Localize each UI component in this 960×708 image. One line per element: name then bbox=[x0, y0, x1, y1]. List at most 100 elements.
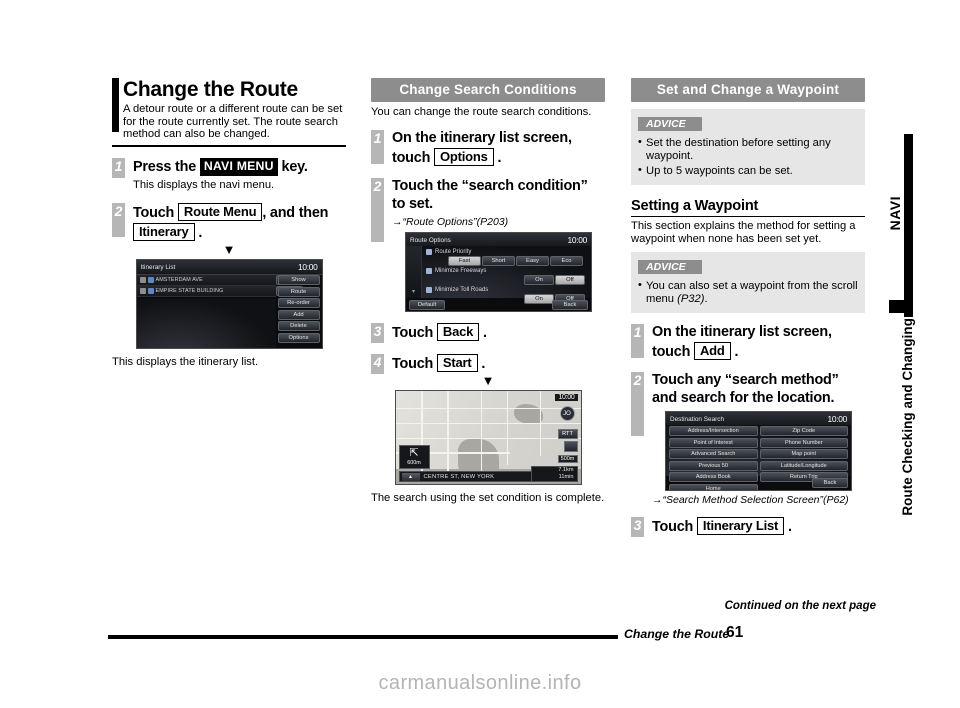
eta-time: 11min bbox=[558, 474, 574, 480]
rtt-button[interactable]: RTT bbox=[557, 429, 578, 439]
zip-code-button[interactable]: Zip Code bbox=[759, 426, 848, 437]
priority-option-easy[interactable]: Easy bbox=[516, 256, 549, 266]
route-button[interactable]: Route bbox=[277, 286, 320, 297]
step-2-mid: 2 Touch the “search condition” to set. →… bbox=[371, 178, 605, 312]
address-intersection-button[interactable]: Address/Intersection bbox=[669, 426, 758, 437]
step-number: 1 bbox=[371, 130, 384, 164]
step-4-text: Touch Start . bbox=[392, 353, 605, 374]
chapter-accent-bar bbox=[112, 78, 119, 132]
route-options-bottom-bar: Default Back bbox=[406, 300, 591, 310]
middle-column: Change Search Conditions You can change … bbox=[371, 78, 605, 505]
side-tab-navi-label: NAVI bbox=[887, 196, 903, 231]
destination-name: EMPIRE STATE BUILDING bbox=[155, 288, 224, 295]
advanced-search-button[interactable]: Advanced Search bbox=[669, 449, 758, 460]
search-method-grid: Address/Intersection Zip Code Point of I… bbox=[666, 425, 851, 491]
step-2-line2: and search for the location. bbox=[652, 389, 835, 406]
start-button[interactable]: Start bbox=[436, 353, 478, 372]
options-button[interactable]: Options bbox=[277, 332, 320, 343]
reorder-button[interactable]: Re-order bbox=[277, 298, 320, 309]
step-1-line1: On the itinerary list screen, bbox=[652, 324, 832, 341]
subsection-divider bbox=[631, 216, 865, 217]
add-button[interactable]: Add bbox=[693, 341, 731, 360]
route-priority-label: Route Priority bbox=[435, 249, 472, 255]
step-3-right: 3 Touch Itinerary List . bbox=[631, 517, 865, 538]
phone-number-button[interactable]: Phone Number bbox=[759, 437, 848, 448]
home-button[interactable]: Home bbox=[669, 483, 758, 491]
list-item: You can also set a waypoint from the scr… bbox=[638, 279, 858, 306]
step-1-post: . bbox=[497, 149, 502, 166]
advice-list: Set the destination before setting any w… bbox=[638, 136, 858, 178]
step-2-line2: to set. bbox=[392, 195, 433, 212]
step-1-left: 1 Press the NAVI MENU key. This displays… bbox=[112, 157, 346, 193]
itinerary-button[interactable]: Itinerary bbox=[133, 222, 195, 241]
previous-50-button[interactable]: Previous 50 bbox=[669, 460, 758, 471]
step-1-text: Press the NAVI MENU key. bbox=[133, 157, 346, 177]
map-view-toggle-icon[interactable] bbox=[563, 441, 578, 452]
right-column: Set and Change a Waypoint ADVICE Set the… bbox=[631, 78, 865, 538]
route-menu-button[interactable]: Route Menu bbox=[177, 203, 263, 222]
list-item: Set the destination before setting any w… bbox=[638, 136, 858, 163]
latitude-longitude-button[interactable]: Latitude/Longitude bbox=[759, 460, 848, 471]
heading-divider bbox=[112, 144, 346, 147]
map-road bbox=[395, 422, 581, 424]
eta-panel: 7.1km 11min bbox=[530, 466, 578, 482]
scroll-indicator-icon[interactable]: ▾ bbox=[406, 246, 422, 298]
point-of-interest-button[interactable]: Point of Interest bbox=[669, 437, 758, 448]
step-2-post: . bbox=[198, 224, 203, 241]
advice-box-1: ADVICE Set the destination before settin… bbox=[631, 109, 865, 185]
step-number: 3 bbox=[371, 323, 384, 343]
screen-clock: 10:00 bbox=[298, 262, 318, 273]
step-2-pre: Touch bbox=[133, 205, 175, 222]
address-book-button[interactable]: Address Book bbox=[669, 472, 758, 483]
map-point-button[interactable]: Map point bbox=[759, 449, 848, 460]
freeways-on-button[interactable]: On bbox=[524, 275, 554, 285]
continued-note: Continued on the next page bbox=[724, 600, 876, 612]
table-row[interactable]: AMSTERDAM AVE bbox=[136, 275, 276, 287]
cross-reference-route-options: →“Route Options”(P203) bbox=[392, 216, 509, 228]
priority-option-short[interactable]: Short bbox=[482, 256, 515, 266]
search-method-row: Address/Intersection Zip Code bbox=[669, 426, 848, 437]
chapter-lead-text: A detour route or a different route can … bbox=[123, 103, 343, 141]
step-1-right: 1 On the itinerary list screen, touch Ad… bbox=[631, 324, 865, 361]
compass-icon[interactable]: JO bbox=[559, 406, 575, 421]
expand-icon[interactable]: ▲ bbox=[401, 472, 420, 481]
priority-option-fast[interactable]: Fast bbox=[448, 256, 481, 266]
route-options-body: Route Priority Fast Short Easy Eco Minim… bbox=[422, 246, 591, 304]
back-button[interactable]: Back bbox=[436, 323, 480, 341]
delete-button[interactable]: Delete bbox=[277, 321, 320, 332]
step-4-post: . bbox=[481, 355, 486, 372]
minimize-toll-row: Minimize Toll Roads bbox=[426, 287, 587, 293]
step-number: 1 bbox=[631, 324, 644, 359]
order-badge-icon bbox=[139, 277, 146, 284]
route-priority-row: Route Priority bbox=[426, 249, 587, 255]
table-row[interactable]: EMPIRE STATE BUILDING bbox=[136, 286, 276, 298]
back-button[interactable]: Back bbox=[812, 478, 848, 489]
search-method-row: Point of Interest Phone Number bbox=[669, 437, 848, 448]
itinerary-body: AMSTERDAM AVE EMPIRE STATE BUILDING Info… bbox=[136, 275, 322, 349]
footer-section-title: Change the Route bbox=[624, 627, 730, 641]
priority-option-eco[interactable]: Eco bbox=[550, 256, 583, 266]
options-button[interactable]: Options bbox=[433, 147, 494, 166]
step-2-line1: Touch the “search condition” bbox=[392, 178, 588, 194]
side-tab-section-label: Route Checking and Changing bbox=[900, 318, 915, 516]
search-method-row: Advanced Search Map point bbox=[669, 449, 848, 460]
advice-2-reference: (P32) bbox=[677, 293, 705, 306]
minimize-toll-label: Minimize Toll Roads bbox=[435, 287, 489, 293]
step-1-pre: touch bbox=[652, 343, 691, 360]
add-button[interactable]: Add bbox=[277, 309, 320, 320]
default-button[interactable]: Default bbox=[409, 300, 445, 310]
map-scale-button[interactable]: 500m bbox=[557, 455, 578, 463]
step-1-mid: 1 On the itinerary list screen, touch Op… bbox=[371, 130, 605, 167]
search-method-row: Previous 50 Latitude/Longitude bbox=[669, 460, 848, 471]
itinerary-rows: AMSTERDAM AVE EMPIRE STATE BUILDING bbox=[136, 275, 276, 298]
itinerary-list-button[interactable]: Itinerary List bbox=[696, 517, 785, 536]
list-item: Up to 5 waypoints can be set. bbox=[638, 164, 858, 178]
back-button[interactable]: Back bbox=[552, 300, 588, 310]
map-road bbox=[447, 391, 449, 471]
show-button[interactable]: Show bbox=[277, 275, 320, 286]
navi-menu-keycap[interactable]: NAVI MENU bbox=[199, 157, 278, 177]
step-3-post: . bbox=[483, 325, 487, 341]
screen-title: Destination Search bbox=[670, 415, 724, 423]
step-2-left: 2 Touch Route Menu, and then Itinerary . bbox=[112, 203, 346, 242]
freeways-off-button[interactable]: Off bbox=[555, 275, 585, 285]
